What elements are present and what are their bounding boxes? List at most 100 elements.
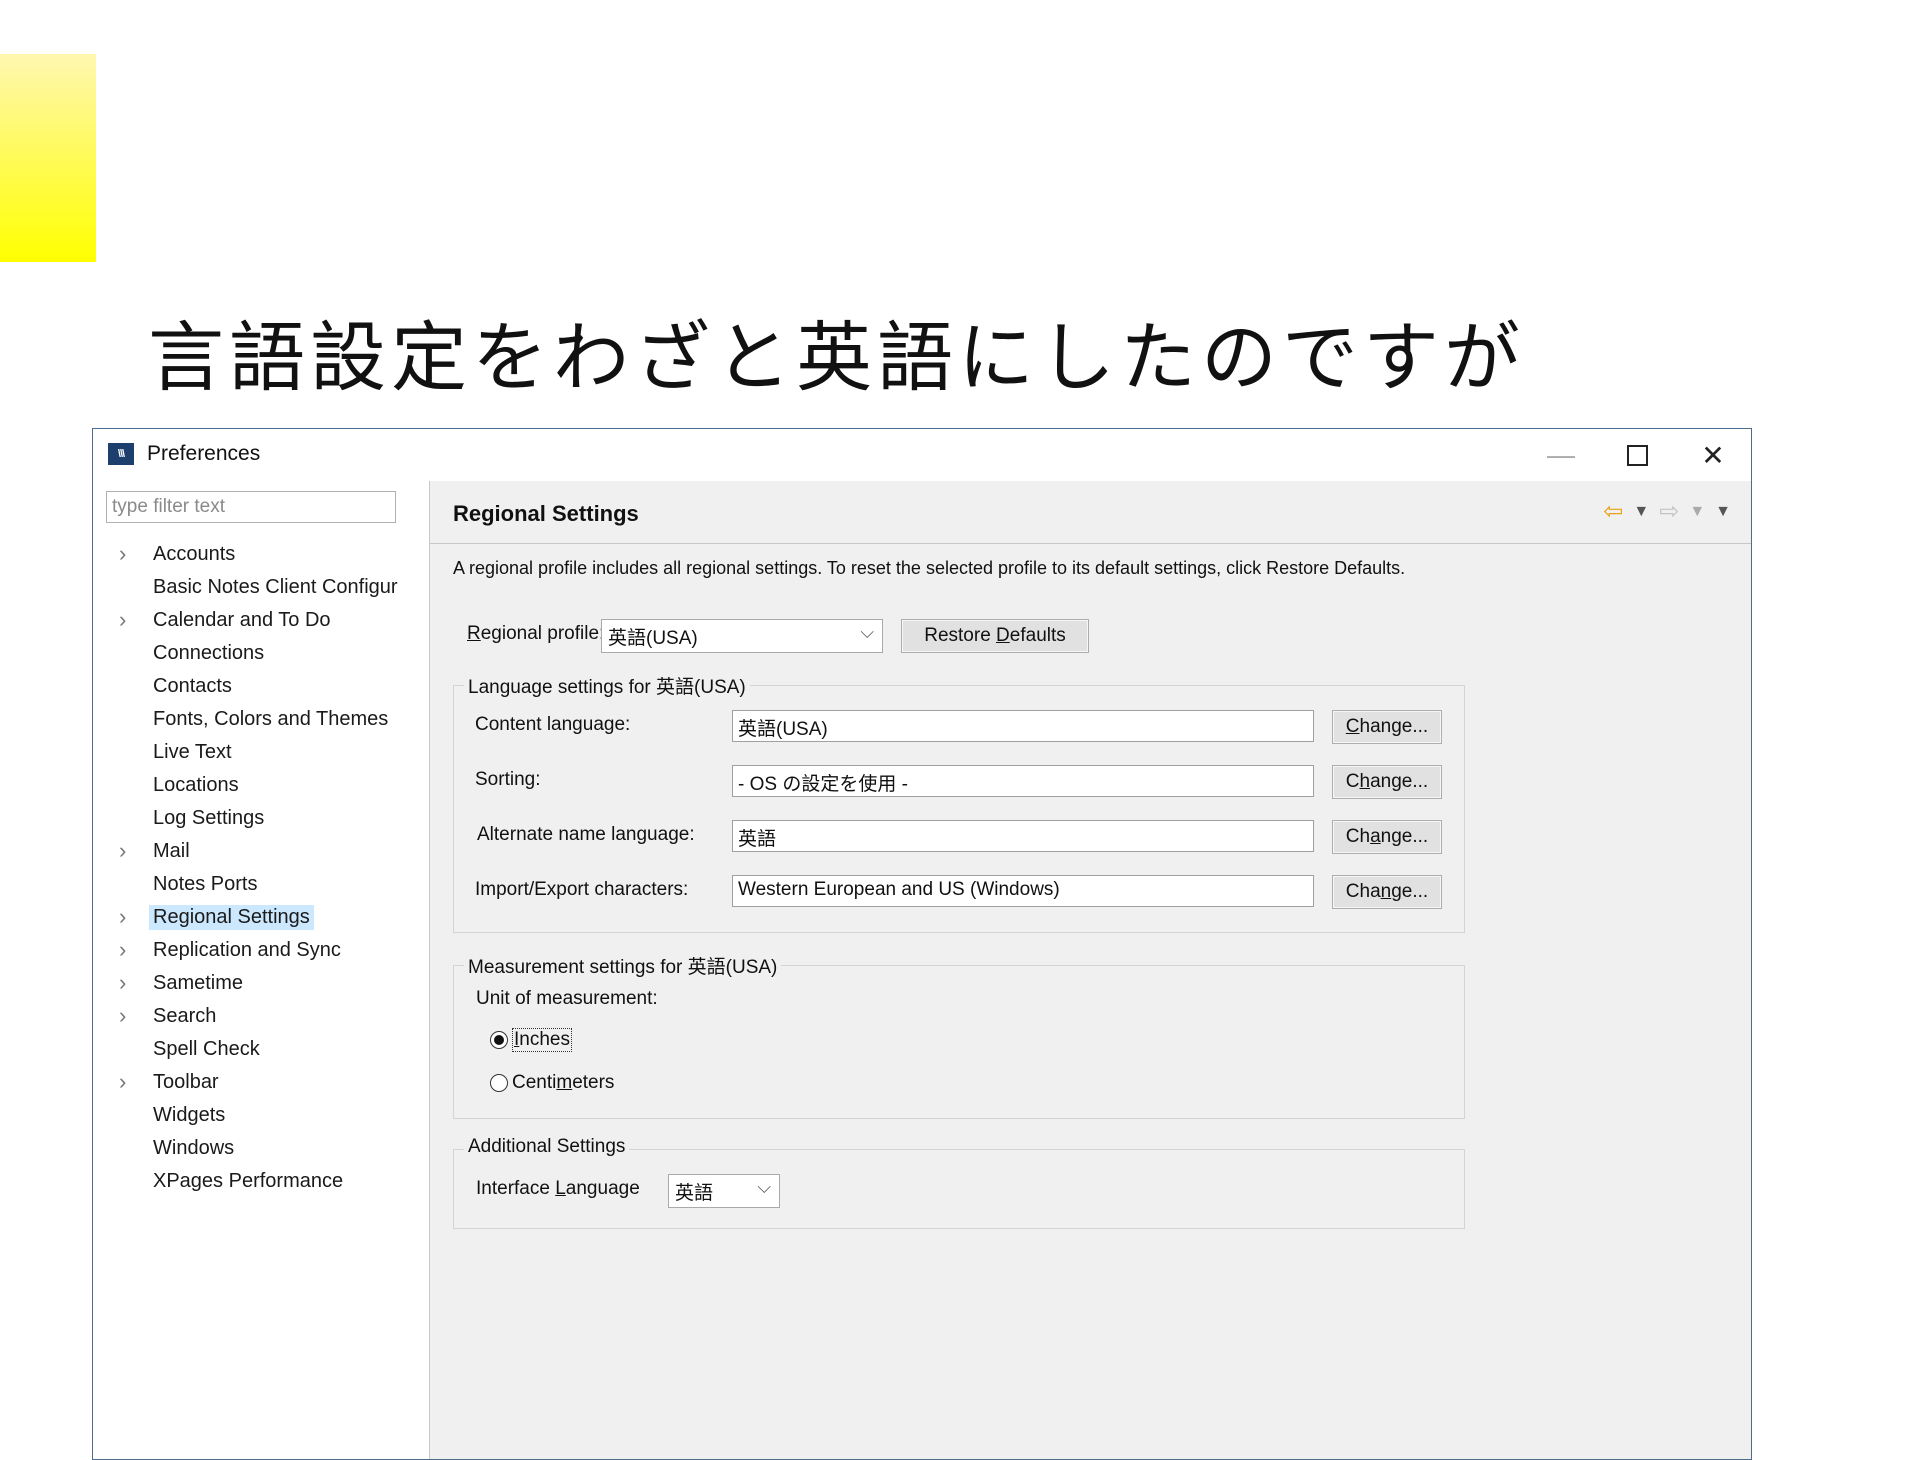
language-row-label: Import/Export characters:	[475, 879, 689, 900]
language-row-value-field[interactable]: 英語	[732, 820, 1314, 852]
chevron-down-icon: ⌵	[860, 622, 874, 642]
tree-item-label: Connections	[153, 642, 265, 664]
interface-language-value: 英語	[675, 1183, 714, 1204]
change-button[interactable]: Change...	[1332, 765, 1442, 799]
tree-item[interactable]: Connections	[93, 638, 429, 671]
change-button-label: Change...	[1345, 771, 1429, 792]
tree-item[interactable]: › Toolbar	[93, 1067, 429, 1100]
tree-item-label: Accounts	[153, 543, 236, 565]
change-button-label: Change...	[1345, 881, 1429, 902]
slide-title: 言語設定をわざと英語にしたのですが	[148, 313, 1525, 402]
tree-item-label: XPages Performance	[153, 1170, 344, 1192]
close-button[interactable]: ✕	[1675, 429, 1751, 481]
settings-pane: Regional Settings ⇦ ▼ ⇨ ▼ ▼ A regional p…	[430, 481, 1751, 1459]
view-menu-icon[interactable]: ▼	[1715, 503, 1731, 521]
chevron-right-icon[interactable]: ›	[119, 541, 126, 567]
tree-item-label: Replication and Sync	[153, 939, 341, 961]
restore-defaults-label: Restore Defaults	[924, 625, 1066, 646]
title-bar: \\\ Preferences — ✕	[93, 429, 1751, 481]
tree-item[interactable]: Notes Ports	[93, 869, 429, 902]
tree-item[interactable]: › Sametime	[93, 968, 429, 1001]
history-nav: ⇦ ▼ ⇨ ▼ ▼	[1603, 497, 1731, 526]
close-icon: ✕	[1701, 439, 1725, 471]
chevron-down-icon: ⌵	[757, 1177, 771, 1197]
inches-label: Inches	[512, 1028, 572, 1052]
tree-item[interactable]: Spell Check	[93, 1034, 429, 1067]
tree-item[interactable]: Live Text	[93, 737, 429, 770]
change-button[interactable]: Change...	[1332, 710, 1442, 744]
pane-header: Regional Settings ⇦ ▼ ⇨ ▼ ▼	[430, 481, 1751, 544]
back-dropdown-icon[interactable]: ▼	[1633, 503, 1649, 521]
tree-item-label: Windows	[153, 1137, 235, 1159]
additional-settings-group: Additional Settings Interface Language 英…	[453, 1136, 1465, 1229]
tree-item[interactable]: Widgets	[93, 1100, 429, 1133]
language-row-value-field[interactable]: Western European and US (Windows)	[732, 875, 1314, 907]
tree-item-label: Notes Ports	[153, 873, 258, 895]
chevron-right-icon[interactable]: ›	[119, 970, 126, 996]
tree-item[interactable]: › Accounts	[93, 539, 429, 572]
tree-item-label: Mail	[153, 840, 190, 862]
tree-item-label: Calendar and To Do	[153, 609, 331, 631]
minimize-button[interactable]: —	[1523, 429, 1599, 481]
tree-item-label: Live Text	[153, 741, 232, 763]
centimeters-radio-option[interactable]: Centimeters	[490, 1072, 614, 1094]
language-row-value-field[interactable]: 英語(USA)	[732, 710, 1314, 742]
chevron-right-icon[interactable]: ›	[119, 1003, 126, 1029]
tree-item[interactable]: › Search	[93, 1001, 429, 1034]
tree-item[interactable]: XPages Performance	[93, 1166, 429, 1199]
measurement-settings-group: Measurement settings for 英語(USA) Unit of…	[453, 952, 1465, 1119]
inches-radio[interactable]	[490, 1031, 508, 1049]
tree-item-label: Contacts	[153, 675, 232, 697]
chevron-right-icon[interactable]: ›	[119, 937, 126, 963]
tree-item[interactable]: › Regional Settings	[93, 902, 429, 935]
tree-item-label: Widgets	[153, 1104, 226, 1126]
yellow-accent-bar	[0, 54, 96, 262]
centimeters-radio[interactable]	[490, 1074, 508, 1092]
tree-item[interactable]: Locations	[93, 770, 429, 803]
chevron-right-icon[interactable]: ›	[119, 838, 126, 864]
forward-arrow-icon[interactable]: ⇨	[1659, 497, 1679, 526]
chevron-right-icon[interactable]: ›	[119, 1069, 126, 1095]
language-row-label: Content language:	[475, 714, 631, 735]
back-arrow-icon[interactable]: ⇦	[1603, 497, 1623, 526]
page-title: Regional Settings	[453, 501, 639, 526]
change-button-label: Change...	[1345, 716, 1429, 737]
language-row-value-field[interactable]: - OS の設定を使用 -	[732, 765, 1314, 797]
tree-item-label: Log Settings	[153, 807, 265, 829]
change-button-label: Change...	[1345, 826, 1429, 847]
change-button[interactable]: Change...	[1332, 820, 1442, 854]
restore-defaults-button[interactable]: Restore Defaults	[901, 619, 1089, 653]
tree-item[interactable]: Basic Notes Client Configur	[93, 572, 429, 605]
tree-item-label: Regional Settings	[149, 905, 314, 930]
forward-dropdown-icon[interactable]: ▼	[1689, 503, 1705, 521]
tree-item[interactable]: Fonts, Colors and Themes	[93, 704, 429, 737]
filter-input[interactable]	[106, 491, 396, 523]
tree-item[interactable]: Windows	[93, 1133, 429, 1166]
tree-item-label: Spell Check	[153, 1038, 260, 1060]
tree-item[interactable]: Contacts	[93, 671, 429, 704]
regional-profile-select[interactable]: 英語(USA) ⌵	[601, 619, 883, 653]
tree-item-label: Sametime	[153, 972, 244, 994]
tree-item[interactable]: › Replication and Sync	[93, 935, 429, 968]
page-description: A regional profile includes all regional…	[453, 558, 1406, 578]
minimize-icon: —	[1547, 439, 1575, 470]
unit-of-measurement-label: Unit of measurement:	[476, 988, 658, 1009]
interface-language-label: Interface Language	[476, 1178, 640, 1199]
preferences-tree: › Accounts Basic Notes Client Configur › Cal…	[93, 539, 429, 1199]
tree-item[interactable]: Log Settings	[93, 803, 429, 836]
change-button[interactable]: Change...	[1332, 875, 1442, 909]
interface-language-select[interactable]: 英語 ⌵	[668, 1174, 780, 1208]
notes-app-icon: \\\	[108, 443, 134, 465]
tree-item[interactable]: › Mail	[93, 836, 429, 869]
language-settings-legend: Language settings for 英語(USA)	[464, 672, 750, 699]
inches-radio-option[interactable]: Inches	[490, 1028, 572, 1052]
tree-item[interactable]: › Calendar and To Do	[93, 605, 429, 638]
maximize-icon	[1626, 444, 1648, 466]
chevron-right-icon[interactable]: ›	[119, 607, 126, 633]
tree-item-label: Basic Notes Client Configur	[153, 576, 398, 598]
language-settings-group: Language settings for 英語(USA) Content la…	[453, 672, 1465, 933]
tree-item-label: Search	[153, 1005, 217, 1027]
chevron-right-icon[interactable]: ›	[119, 904, 126, 930]
maximize-button[interactable]	[1599, 429, 1675, 481]
tree-item-label: Locations	[153, 774, 239, 796]
